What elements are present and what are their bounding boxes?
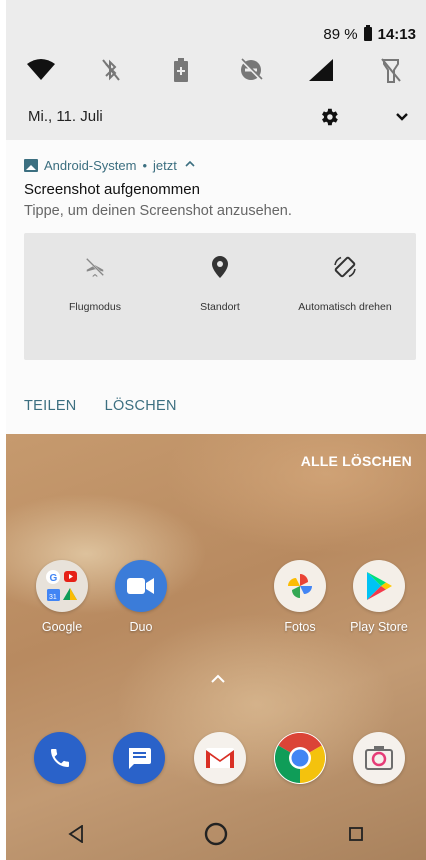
app-label: Play Store [350,620,408,634]
notification-separator: • [142,157,148,173]
wifi-icon[interactable] [21,56,61,84]
messages-icon [113,732,165,784]
auto-rotate-icon [333,255,357,279]
camera-icon [353,732,405,784]
app-label: Fotos [284,620,316,634]
preview-tile-label: Flugmodus [69,301,121,313]
image-icon [24,158,38,172]
share-button[interactable]: TEILEN [24,398,77,414]
chevron-up-icon[interactable] [185,160,195,171]
chrome-icon [274,732,326,784]
notification-body: Tippe, um deinen Screenshot anzusehen. [24,203,292,219]
app-label: Duo [129,620,153,634]
do-not-disturb-icon[interactable] [231,56,271,84]
screenshot-preview[interactable]: Flugmodus Standort Automatisch drehen [24,233,416,360]
bluetooth-off-icon[interactable] [91,56,131,84]
mobile-signal-icon[interactable] [301,56,341,84]
date-row: Mi., 11. Juli [6,102,426,132]
notification-title: Screenshot aufgenommen [24,181,200,198]
recents-icon[interactable] [342,820,370,848]
app-label: Google [41,620,83,634]
photos-icon [274,560,326,612]
preview-tile-label: Automatisch drehen [298,301,392,313]
screenshot-notification[interactable]: Android-System • jetzt Screenshot aufgen… [6,140,426,434]
svg-text:31: 31 [49,594,57,601]
google-folder-icon: G 31 [36,560,88,612]
duo-icon [115,560,167,612]
quick-settings-panel: 89 % 14:13 Mi., 11. Juli [6,0,426,140]
home-screen: ALLE LÖSCHEN G 31 Google Duo Fotos Play … [6,434,426,860]
app-photos[interactable]: Fotos [265,560,335,634]
clock: 14:13 [377,25,416,43]
chevron-down-icon[interactable] [392,107,412,127]
battery-percent: 89 % [323,25,358,43]
dock-chrome[interactable] [265,732,335,784]
gmail-icon [194,732,246,784]
dock-camera[interactable] [344,732,414,784]
clear-all-button[interactable]: ALLE LÖSCHEN [301,453,412,469]
date-label: Mi., 11. Juli [28,108,103,125]
settings-gear-icon[interactable] [318,106,340,128]
chevron-up-icon[interactable] [209,672,227,684]
dock-gmail[interactable] [185,732,255,784]
preview-tile-location: Standort [155,233,285,360]
battery-saver-icon[interactable] [161,56,201,84]
dock-phone[interactable] [25,732,95,784]
app-duo[interactable]: Duo [106,560,176,634]
navigation-bar [6,808,426,860]
preview-tile-label: Standort [200,301,240,313]
notification-time: jetzt [153,157,177,173]
dock-messages[interactable] [104,732,174,784]
back-icon[interactable] [62,820,90,848]
status-bar: 89 % 14:13 [323,25,416,43]
play-store-icon [353,560,405,612]
phone-icon [34,732,86,784]
app-google-folder[interactable]: G 31 Google [27,560,97,634]
svg-text:G: G [50,573,58,584]
notification-header: Android-System • jetzt [24,156,195,174]
app-play-store[interactable]: Play Store [344,560,414,634]
home-icon[interactable] [202,820,230,848]
delete-button[interactable]: LÖSCHEN [105,398,177,414]
notification-actions: TEILEN LÖSCHEN [24,398,177,414]
flashlight-off-icon[interactable] [371,56,411,84]
airplane-off-icon [83,255,107,279]
battery-icon [363,25,372,41]
preview-tile-airplane: Flugmodus [30,233,160,360]
preview-tile-rotate: Automatisch drehen [280,233,410,360]
location-icon [208,255,232,279]
notification-app-name: Android-System [44,157,137,173]
quick-settings-tiles [6,56,426,84]
